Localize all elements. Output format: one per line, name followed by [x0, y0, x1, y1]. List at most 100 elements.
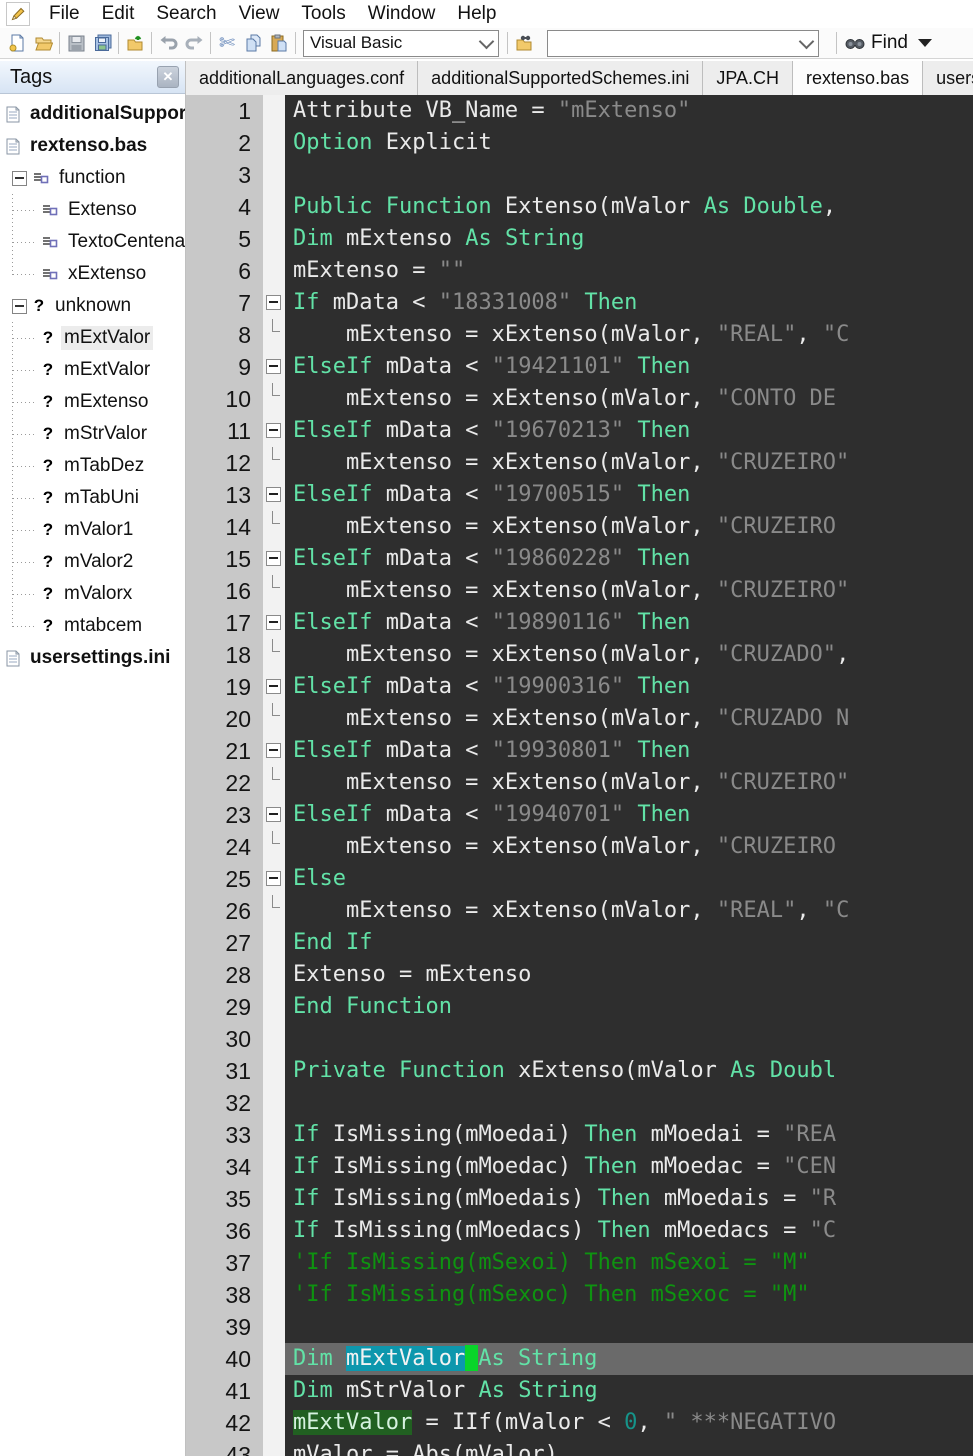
code-line-9[interactable]: 9ElseIf mData < "19421101" Then — [186, 351, 973, 383]
tab-rextenso.bas[interactable]: rextenso.bas — [793, 61, 923, 95]
code-line-40[interactable]: 40Dim mExtValorAs String — [186, 1343, 973, 1375]
tree-item-mTabDez[interactable]: ?mTabDez — [0, 450, 185, 482]
code-line-18[interactable]: 18 mExtenso = xExtenso(mValor, "CRUZADO"… — [186, 639, 973, 671]
code-line-21[interactable]: 21ElseIf mData < "19930801" Then — [186, 735, 973, 767]
tree-item-rextenso.bas[interactable]: rextenso.bas — [0, 130, 185, 162]
code-line-30[interactable]: 30 — [186, 1023, 973, 1055]
find-button[interactable]: Find — [833, 32, 932, 54]
save-all-button[interactable] — [89, 31, 115, 55]
code-line-26[interactable]: 26 mExtenso = xExtenso(mValor, "REAL", "… — [186, 895, 973, 927]
code-line-42[interactable]: 42mExtValor = IIf(mValor < 0, " ***NEGAT… — [186, 1407, 973, 1439]
cut-button[interactable]: ✄ — [214, 31, 240, 55]
find-in-files-button[interactable] — [511, 31, 537, 55]
collapse-icon[interactable] — [12, 299, 27, 314]
code-line-32[interactable]: 32 — [186, 1087, 973, 1119]
code-line-37[interactable]: 37'If IsMissing(mSexoi) Then mSexoi = "M… — [186, 1247, 973, 1279]
reload-file-button[interactable] — [122, 31, 148, 55]
copy-button[interactable] — [240, 31, 266, 55]
code-line-7[interactable]: 7If mData < "18331008" Then — [186, 287, 973, 319]
code-line-29[interactable]: 29End Function — [186, 991, 973, 1023]
code-line-34[interactable]: 34If IsMissing(mMoedac) Then mMoedac = "… — [186, 1151, 973, 1183]
undo-button[interactable] — [155, 31, 181, 55]
tree-item-mExtValor[interactable]: ?mExtValor — [0, 322, 185, 354]
code-line-11[interactable]: 11ElseIf mData < "19670213" Then — [186, 415, 973, 447]
code-line-8[interactable]: 8 mExtenso = xExtenso(mValor, "REAL", "C — [186, 319, 973, 351]
code-line-14[interactable]: 14 mExtenso = xExtenso(mValor, "CRUZEIRO — [186, 511, 973, 543]
menu-item-help[interactable]: Help — [446, 3, 507, 25]
menu-item-view[interactable]: View — [228, 3, 291, 25]
code-line-2[interactable]: 2Option Explicit — [186, 127, 973, 159]
code-line-41[interactable]: 41Dim mStrValor As String — [186, 1375, 973, 1407]
code-line-20[interactable]: 20 mExtenso = xExtenso(mValor, "CRUZADO … — [186, 703, 973, 735]
tree-item-additionalSupportedSchemes.ini[interactable]: additionalSupportedSchemes.ini — [0, 98, 185, 130]
tree-item-Extenso[interactable]: Extenso — [0, 194, 185, 226]
new-file-button[interactable] — [4, 31, 30, 55]
tree-item-mExtenso[interactable]: ?mExtenso — [0, 386, 185, 418]
fold-collapse-icon[interactable] — [266, 679, 281, 694]
code-line-17[interactable]: 17ElseIf mData < "19890116" Then — [186, 607, 973, 639]
code-line-19[interactable]: 19ElseIf mData < "19900316" Then — [186, 671, 973, 703]
tree-item-xExtenso[interactable]: xExtenso — [0, 258, 185, 290]
fold-collapse-icon[interactable] — [266, 359, 281, 374]
menu-item-window[interactable]: Window — [357, 3, 447, 25]
code-line-39[interactable]: 39 — [186, 1311, 973, 1343]
collapse-icon[interactable] — [12, 171, 27, 186]
code-line-6[interactable]: 6mExtenso = "" — [186, 255, 973, 287]
open-file-button[interactable] — [30, 31, 56, 55]
tab-usersettings.ini[interactable]: usersettings.ini — [923, 61, 973, 95]
code-line-43[interactable]: 43mValor = Abs(mValor) — [186, 1439, 973, 1456]
tab-additionalSupportedSchemes.ini[interactable]: additionalSupportedSchemes.ini — [418, 61, 703, 95]
tree-item-mExtValor[interactable]: ?mExtValor — [0, 354, 185, 386]
code-line-24[interactable]: 24 mExtenso = xExtenso(mValor, "CRUZEIRO — [186, 831, 973, 863]
code-line-27[interactable]: 27End If — [186, 927, 973, 959]
code-line-3[interactable]: 3 — [186, 159, 973, 191]
tree-item-mStrValor[interactable]: ?mStrValor — [0, 418, 185, 450]
code-line-13[interactable]: 13ElseIf mData < "19700515" Then — [186, 479, 973, 511]
code-line-16[interactable]: 16 mExtenso = xExtenso(mValor, "CRUZEIRO… — [186, 575, 973, 607]
code-line-1[interactable]: 1Attribute VB_Name = "mExtenso" — [186, 95, 973, 127]
redo-button[interactable] — [181, 31, 207, 55]
save-button[interactable] — [63, 31, 89, 55]
tree-item-function[interactable]: function — [0, 162, 185, 194]
fold-collapse-icon[interactable] — [266, 743, 281, 758]
language-select[interactable]: Visual Basic — [303, 30, 499, 57]
fold-collapse-icon[interactable] — [266, 295, 281, 310]
tab-additionalLanguages.conf[interactable]: additionalLanguages.conf — [186, 61, 418, 95]
search-combobox[interactable] — [547, 30, 819, 57]
code-line-5[interactable]: 5Dim mExtenso As String — [186, 223, 973, 255]
code-line-35[interactable]: 35If IsMissing(mMoedais) Then mMoedais =… — [186, 1183, 973, 1215]
code-line-36[interactable]: 36If IsMissing(mMoedacs) Then mMoedacs =… — [186, 1215, 973, 1247]
menu-item-tools[interactable]: Tools — [290, 3, 356, 25]
tree-item-mValor1[interactable]: ?mValor1 — [0, 514, 185, 546]
tree-item-mTabUni[interactable]: ?mTabUni — [0, 482, 185, 514]
code-line-28[interactable]: 28Extenso = mExtenso — [186, 959, 973, 991]
tree-item-mValor2[interactable]: ?mValor2 — [0, 546, 185, 578]
fold-collapse-icon[interactable] — [266, 807, 281, 822]
paste-button[interactable] — [266, 31, 292, 55]
fold-collapse-icon[interactable] — [266, 487, 281, 502]
code-line-33[interactable]: 33If IsMissing(mMoedai) Then mMoedai = "… — [186, 1119, 973, 1151]
code-line-15[interactable]: 15ElseIf mData < "19860228" Then — [186, 543, 973, 575]
menu-item-edit[interactable]: Edit — [91, 3, 146, 25]
search-input[interactable] — [554, 32, 801, 54]
fold-collapse-icon[interactable] — [266, 871, 281, 886]
menu-item-file[interactable]: File — [38, 3, 91, 25]
tree-item-mtabcem[interactable]: ?mtabcem — [0, 610, 185, 642]
code-line-22[interactable]: 22 mExtenso = xExtenso(mValor, "CRUZEIRO… — [186, 767, 973, 799]
code-editor[interactable]: 1Attribute VB_Name = "mExtenso"2Option E… — [186, 95, 973, 1456]
tree-item-unknown[interactable]: ?unknown — [0, 290, 185, 322]
code-line-25[interactable]: 25Else — [186, 863, 973, 895]
code-line-12[interactable]: 12 mExtenso = xExtenso(mValor, "CRUZEIRO… — [186, 447, 973, 479]
menu-item-search[interactable]: Search — [145, 3, 227, 25]
tree-item-mValorx[interactable]: ?mValorx — [0, 578, 185, 610]
fold-collapse-icon[interactable] — [266, 423, 281, 438]
tab-JPA.CH[interactable]: JPA.CH — [703, 61, 793, 95]
code-line-10[interactable]: 10 mExtenso = xExtenso(mValor, "CONTO DE — [186, 383, 973, 415]
code-line-31[interactable]: 31Private Function xExtenso(mValor As Do… — [186, 1055, 973, 1087]
tree-item-usersettings.ini[interactable]: usersettings.ini — [0, 642, 185, 674]
fold-collapse-icon[interactable] — [266, 615, 281, 630]
fold-collapse-icon[interactable] — [266, 551, 281, 566]
code-line-23[interactable]: 23ElseIf mData < "19940701" Then — [186, 799, 973, 831]
code-line-38[interactable]: 38'If IsMissing(mSexoc) Then mSexoc = "M… — [186, 1279, 973, 1311]
code-line-4[interactable]: 4Public Function Extenso(mValor As Doubl… — [186, 191, 973, 223]
